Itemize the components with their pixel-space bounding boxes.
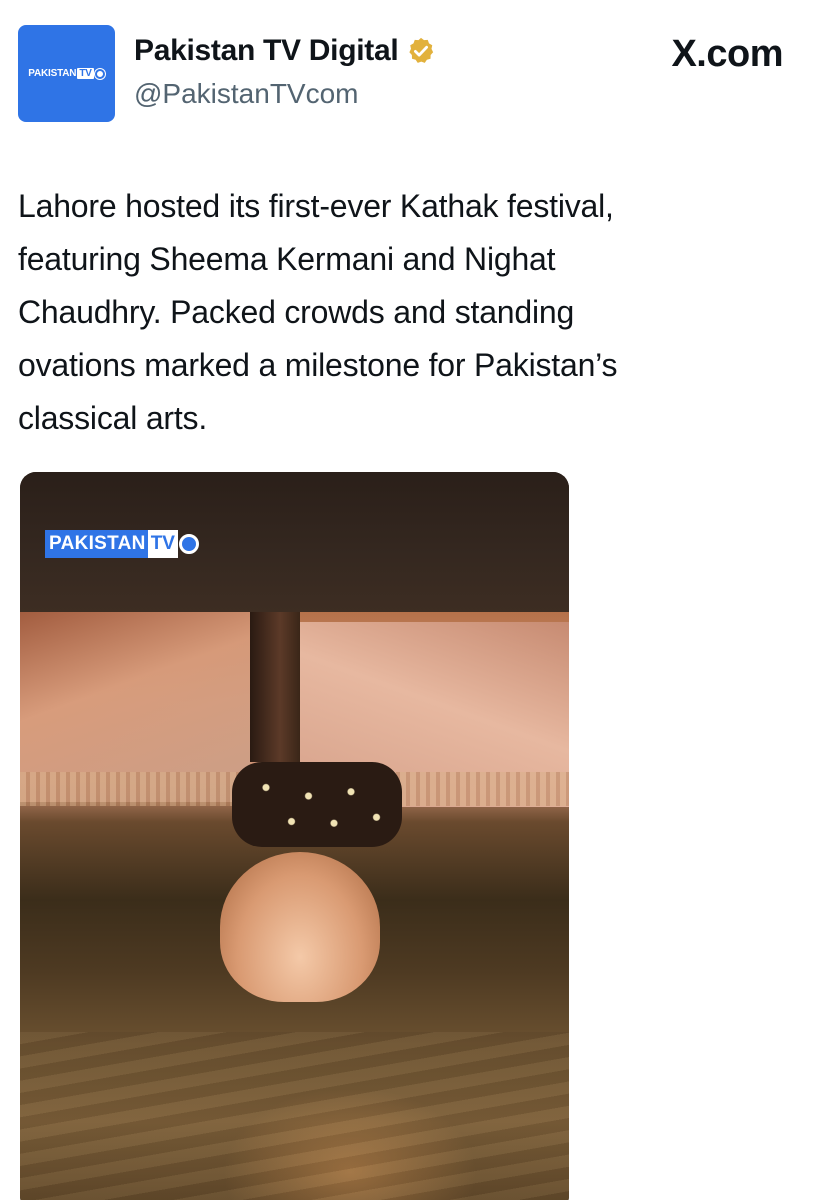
avatar-logo-brand: PAKISTAN xyxy=(28,68,77,79)
tweet-text-line: featuring Sheema Kermani and Nighat xyxy=(18,241,556,277)
verified-badge-icon xyxy=(409,37,434,63)
tweet-text-line: ovations marked a milestone for Pakistan… xyxy=(18,347,618,383)
display-name[interactable]: Pakistan TV Digital xyxy=(134,34,399,68)
dancer-foot xyxy=(220,852,380,1002)
globe-icon xyxy=(178,534,199,554)
stage-floor xyxy=(20,1032,569,1200)
avatar-logo-tv: TV xyxy=(77,68,94,79)
user-handle[interactable]: @PakistanTVcom xyxy=(134,78,359,110)
pakistan-tv-watermark: PAKISTAN TV xyxy=(45,530,199,558)
ghungroo-anklet xyxy=(232,762,402,847)
tweet-text-line: classical arts. xyxy=(18,400,208,436)
watermark-tv: TV xyxy=(147,530,178,558)
tweet-video-media[interactable]: PAKISTAN TV xyxy=(20,472,569,1200)
tweet-text-line: Lahore hosted its first-ever Kathak fest… xyxy=(18,188,614,224)
author-name-row: Pakistan TV Digital xyxy=(134,34,436,68)
tweet-text: Lahore hosted its first-ever Kathak fest… xyxy=(18,180,788,445)
x-logo-label: X.com xyxy=(671,33,783,75)
globe-icon xyxy=(94,68,105,79)
tweet-screenshot: PAKISTAN TV Pakistan TV Digital @Pakista… xyxy=(0,0,823,1200)
watermark-brand: PAKISTAN xyxy=(45,530,148,558)
pakistan-tv-logo: PAKISTAN TV xyxy=(28,68,105,79)
profile-avatar[interactable]: PAKISTAN TV xyxy=(18,25,115,122)
tweet-text-line: Chaudhry. Packed crowds and standing xyxy=(18,294,575,330)
dancer-leg xyxy=(250,612,300,762)
